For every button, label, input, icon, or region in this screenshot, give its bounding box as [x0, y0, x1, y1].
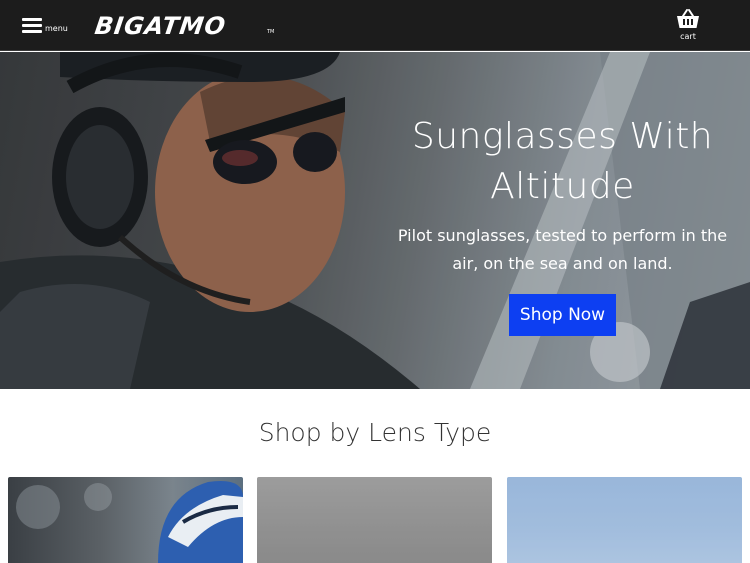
hero-title: Sunglasses With Altitude [411, 116, 714, 207]
hamburger-icon [22, 18, 42, 34]
sky-lens-photo [507, 477, 742, 563]
lens-card-1[interactable] [8, 477, 243, 563]
cart-button[interactable]: cart [672, 8, 704, 44]
lens-card-2[interactable] [257, 477, 492, 563]
lens-section-title: Shop by Lens Type [258, 418, 492, 447]
shop-now-button[interactable]: Shop Now [508, 294, 617, 336]
menu-label: menu [45, 24, 68, 33]
brand-logo[interactable]: BIGATMO [93, 9, 229, 43]
hero-copy: Sunglasses With Altitude Pilot sunglasse… [385, 112, 740, 336]
site-header: menu BIGATMO TM cart [0, 0, 750, 51]
cart-label: cart [680, 32, 696, 41]
menu-button[interactable]: menu [22, 16, 70, 38]
hero-subtitle: Pilot sunglasses, tested to perform in t… [397, 226, 728, 273]
lens-card-3[interactable] [507, 477, 742, 563]
trademark-mark: TM [267, 29, 275, 35]
basket-icon [677, 9, 699, 28]
grey-lens-photo [257, 477, 492, 563]
cyclist-helmet-photo [16, 481, 243, 563]
lens-type-cards [8, 477, 743, 563]
hero-banner: Sunglasses With Altitude Pilot sunglasse… [0, 52, 750, 389]
